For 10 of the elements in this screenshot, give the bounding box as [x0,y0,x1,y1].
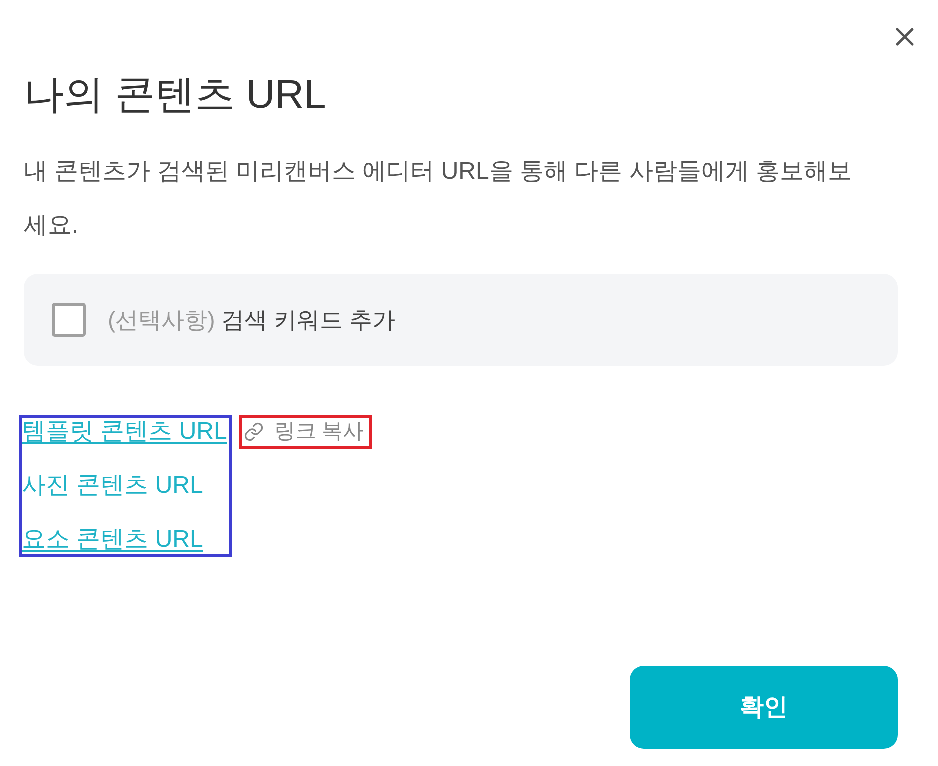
checkbox-label: (선택사항) 검색 키워드 추가 [108,306,396,334]
checkbox[interactable] [52,303,86,337]
content-url-link[interactable]: 템플릿 콘텐츠 URL [22,418,228,446]
confirm-button[interactable]: 확인 [630,666,898,749]
copy-link-button[interactable]: 링크 복사 [244,420,364,444]
description-text: 내 콘텐츠가 검색된 미리캔버스 에디터 URL을 통해 다른 사람들에게 홍보해보세요. [24,157,854,241]
dialog-title: 나의 콘텐츠 URL [24,73,326,117]
content-url-link[interactable]: 요소 콘텐츠 URL [22,526,204,554]
content-url-link[interactable]: 사진 콘텐츠 URL [22,472,204,500]
link-icon [244,422,264,442]
